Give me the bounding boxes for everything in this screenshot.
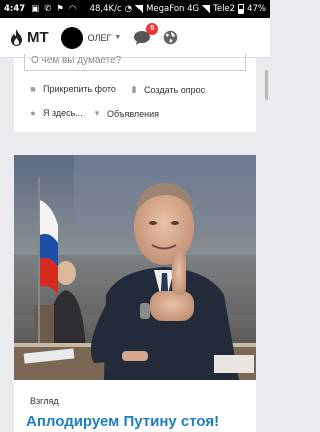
article-headline[interactable]: Аплодируем Путину стоя!	[26, 413, 219, 430]
globe-icon[interactable]	[163, 30, 178, 45]
create-poll-button[interactable]: ▮ Создать опрос	[129, 84, 206, 95]
attach-photo-button[interactable]: ■ Прикрепить фото	[28, 84, 116, 94]
status-input[interactable]: О чем вы думаете?	[24, 54, 246, 71]
post-composer: О чем вы думаете? ■ Прикрепить фото ▮ Со…	[14, 54, 256, 132]
username: ОЛЕГ	[87, 32, 112, 43]
status-bar: 4:47 ▣ ✆ ⚑ ◠ 48,4K/c ◔ MegaFon 4G Tele2 …	[0, 0, 270, 18]
signal-icon	[135, 5, 144, 13]
viber-icon: ✆	[44, 4, 52, 14]
bar-chart-icon: ▮	[131, 84, 137, 94]
flame-icon	[11, 29, 22, 46]
wifi-icon: ◔	[124, 4, 133, 14]
classifieds-label: Объявления	[107, 108, 160, 119]
check-in-button[interactable]: ● Я здесь...	[28, 108, 83, 118]
user-menu[interactable]: ОЛЕГ ▼	[88, 33, 122, 43]
camera-icon: ■	[30, 84, 36, 94]
sim-icon: ▣	[31, 4, 40, 14]
notification-badge: 5	[146, 22, 159, 35]
android-icon: ◠	[68, 4, 77, 14]
check-in-label: Я здесь...	[43, 108, 83, 118]
network-speed: 48,4K/c	[89, 4, 122, 14]
chevron-down-icon: ▼	[114, 34, 122, 41]
battery-level: 47%	[247, 4, 266, 14]
create-poll-label: Создать опрос	[144, 84, 206, 95]
app-header: МТ ОЛЕГ ▼ 5	[0, 18, 270, 58]
signal-icon-2	[202, 5, 211, 13]
cart-icon: ▾	[94, 108, 100, 118]
logo-text: МТ	[27, 29, 49, 46]
battery-icon	[238, 4, 245, 14]
carrier-1: MegaFon 4G	[146, 4, 200, 14]
article-photo[interactable]	[14, 155, 256, 380]
flag-icon: ⚑	[56, 4, 64, 14]
avatar[interactable]	[60, 26, 83, 49]
carrier-2: Tele2	[213, 4, 236, 14]
classifieds-button[interactable]: ▾ Объявления	[92, 108, 159, 119]
scrollbar[interactable]	[265, 70, 268, 100]
logo[interactable]: МТ	[10, 29, 49, 46]
messages-button[interactable]: 5	[133, 22, 159, 46]
article-category[interactable]: Взгляд	[30, 396, 59, 406]
attach-photo-label: Прикрепить фото	[43, 84, 116, 94]
article-card[interactable]: Взгляд Аплодируем Путину стоя!	[14, 155, 256, 432]
location-pin-icon: ●	[30, 108, 36, 118]
status-time: 4:47	[4, 4, 26, 14]
